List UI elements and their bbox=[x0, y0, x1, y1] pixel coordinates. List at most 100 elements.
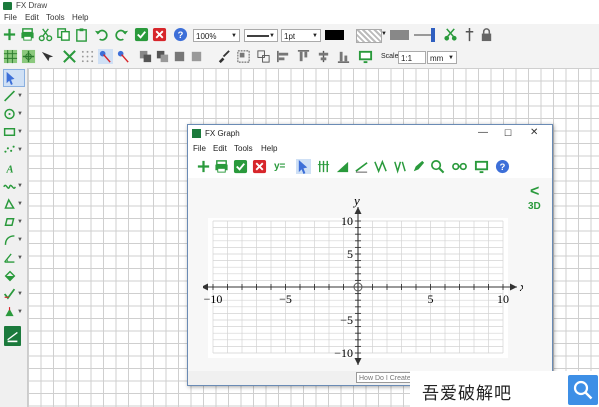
help-icon[interactable]: ? bbox=[173, 27, 188, 42]
line-color-swatch[interactable] bbox=[325, 30, 344, 40]
align-bottom-icon[interactable] bbox=[336, 49, 351, 64]
scale-input[interactable]: 1:1 bbox=[398, 51, 426, 64]
y-tick-label: 5 bbox=[347, 247, 353, 261]
zoom-value: 100% bbox=[196, 32, 217, 41]
fx-graph-launcher[interactable] bbox=[4, 326, 21, 346]
ok-check-icon[interactable] bbox=[233, 159, 248, 174]
close-icon[interactable]: ✕ bbox=[530, 127, 538, 138]
ok-check-icon[interactable] bbox=[134, 27, 149, 42]
lock-icon[interactable] bbox=[479, 27, 494, 42]
dots-grid-icon[interactable] bbox=[21, 49, 36, 64]
brush-icon[interactable] bbox=[216, 49, 231, 64]
line-width-select[interactable]: 1pt ▼ bbox=[281, 29, 321, 42]
tangent-icon[interactable] bbox=[354, 159, 369, 174]
cut-icon[interactable] bbox=[38, 27, 53, 42]
graph-menu-edit[interactable]: Edit bbox=[213, 144, 227, 153]
mark-tool[interactable]: ▼ bbox=[3, 286, 23, 302]
y-axis-arrow-down bbox=[354, 358, 362, 365]
cartesian-plot[interactable]: x y −10 −5 5 10 10 5 −5 −10 bbox=[203, 180, 523, 368]
zoom-icon[interactable] bbox=[430, 159, 445, 174]
snap-icon[interactable] bbox=[98, 49, 113, 64]
maximize-icon[interactable]: ☐ bbox=[504, 128, 512, 139]
line-tool[interactable]: ▼ bbox=[3, 88, 23, 104]
cancel-x-icon[interactable] bbox=[252, 159, 267, 174]
menu-tools[interactable]: Tools bbox=[46, 13, 65, 22]
help-search-input[interactable]: How Do I Create? bbox=[356, 372, 416, 383]
text-arrow-icon[interactable] bbox=[40, 49, 55, 64]
new-icon[interactable] bbox=[2, 27, 17, 42]
scissors-icon[interactable] bbox=[443, 27, 458, 42]
arc-tool[interactable]: ▼ bbox=[3, 232, 23, 248]
y-tick-label: 10 bbox=[341, 214, 353, 228]
snap-off-icon[interactable] bbox=[116, 49, 131, 64]
rectangle-icon bbox=[3, 128, 16, 136]
rectangle-tool[interactable]: ▼ bbox=[3, 124, 23, 140]
send-back-icon[interactable] bbox=[155, 49, 170, 64]
copy-icon[interactable] bbox=[56, 27, 71, 42]
help-icon[interactable]: ? bbox=[495, 159, 510, 174]
point-tool[interactable]: ▼ bbox=[3, 142, 23, 158]
select-tool[interactable] bbox=[3, 69, 25, 87]
slope-field-icon[interactable] bbox=[392, 159, 407, 174]
angle-tool[interactable]: ▼ bbox=[3, 250, 23, 266]
line-style-select[interactable]: ▼ bbox=[244, 29, 278, 42]
ungroup-icon[interactable] bbox=[256, 49, 271, 64]
transform-tool[interactable]: ▼ bbox=[3, 304, 23, 320]
shade-region-icon[interactable] bbox=[335, 159, 350, 174]
chevron-down-icon: ▼ bbox=[17, 129, 23, 135]
new-graph-icon[interactable] bbox=[196, 159, 211, 174]
delete-x-icon[interactable] bbox=[62, 49, 77, 64]
triangle-tool[interactable]: ▼ bbox=[3, 196, 23, 212]
forward-icon[interactable] bbox=[172, 49, 187, 64]
grid-icon[interactable] bbox=[3, 49, 18, 64]
minimize-icon[interactable]: — bbox=[478, 127, 488, 138]
fill-pattern-select[interactable] bbox=[356, 29, 382, 43]
zoom-select[interactable]: 100% ▼ bbox=[193, 29, 240, 42]
search-button[interactable] bbox=[568, 375, 598, 405]
fill-color-swatch[interactable] bbox=[390, 30, 409, 40]
print-icon[interactable] bbox=[214, 159, 229, 174]
chevron-down-icon: ▼ bbox=[448, 55, 454, 61]
graph-menu-file[interactable]: File bbox=[193, 144, 206, 153]
x-tick-label: 10 bbox=[497, 292, 509, 306]
undo-icon[interactable] bbox=[94, 27, 109, 42]
collapse-chevron-icon[interactable]: < bbox=[530, 183, 539, 201]
graph-menu-help[interactable]: Help bbox=[261, 144, 277, 153]
line-icon bbox=[4, 90, 15, 102]
print-icon[interactable] bbox=[20, 27, 35, 42]
fill-tool[interactable] bbox=[3, 268, 23, 284]
equation-button[interactable]: y= bbox=[274, 161, 285, 172]
paste-icon[interactable] bbox=[74, 27, 89, 42]
grid-settings-icon[interactable] bbox=[316, 159, 331, 174]
menu-help[interactable]: Help bbox=[72, 13, 88, 22]
x-tick-label: 5 bbox=[428, 292, 434, 306]
text-tool[interactable]: A bbox=[3, 160, 23, 176]
redo-icon[interactable] bbox=[114, 27, 129, 42]
asymptote-icon[interactable] bbox=[373, 159, 388, 174]
three-d-toggle[interactable]: 3D bbox=[528, 201, 541, 212]
align-center-icon[interactable] bbox=[316, 49, 331, 64]
bring-front-icon[interactable] bbox=[138, 49, 153, 64]
circle-tool[interactable]: ▼ bbox=[3, 106, 23, 122]
export-icon[interactable] bbox=[358, 49, 373, 64]
pencil-icon[interactable] bbox=[411, 159, 426, 174]
menu-edit[interactable]: Edit bbox=[25, 13, 39, 22]
graph-select-icon[interactable] bbox=[296, 159, 311, 174]
menu-file[interactable]: File bbox=[4, 13, 17, 22]
backward-icon[interactable] bbox=[189, 49, 204, 64]
x-axis-label: x bbox=[519, 279, 523, 294]
slider-thumb[interactable] bbox=[431, 28, 435, 42]
scale-unit-select[interactable]: mm ▼ bbox=[427, 51, 457, 64]
pin-icon[interactable] bbox=[462, 27, 477, 42]
chevron-down-icon: ▼ bbox=[17, 309, 23, 315]
dotted-grid-icon[interactable] bbox=[80, 49, 95, 64]
group-icon[interactable] bbox=[236, 49, 251, 64]
cancel-x-icon[interactable] bbox=[152, 27, 167, 42]
export-icon[interactable] bbox=[474, 159, 489, 174]
trace-icon[interactable] bbox=[452, 159, 467, 174]
curve-tool[interactable]: ▼ bbox=[3, 178, 23, 194]
align-top-icon[interactable] bbox=[296, 49, 311, 64]
polygon-tool[interactable]: ▼ bbox=[3, 214, 23, 230]
align-left-icon[interactable] bbox=[276, 49, 291, 64]
graph-menu-tools[interactable]: Tools bbox=[234, 144, 253, 153]
